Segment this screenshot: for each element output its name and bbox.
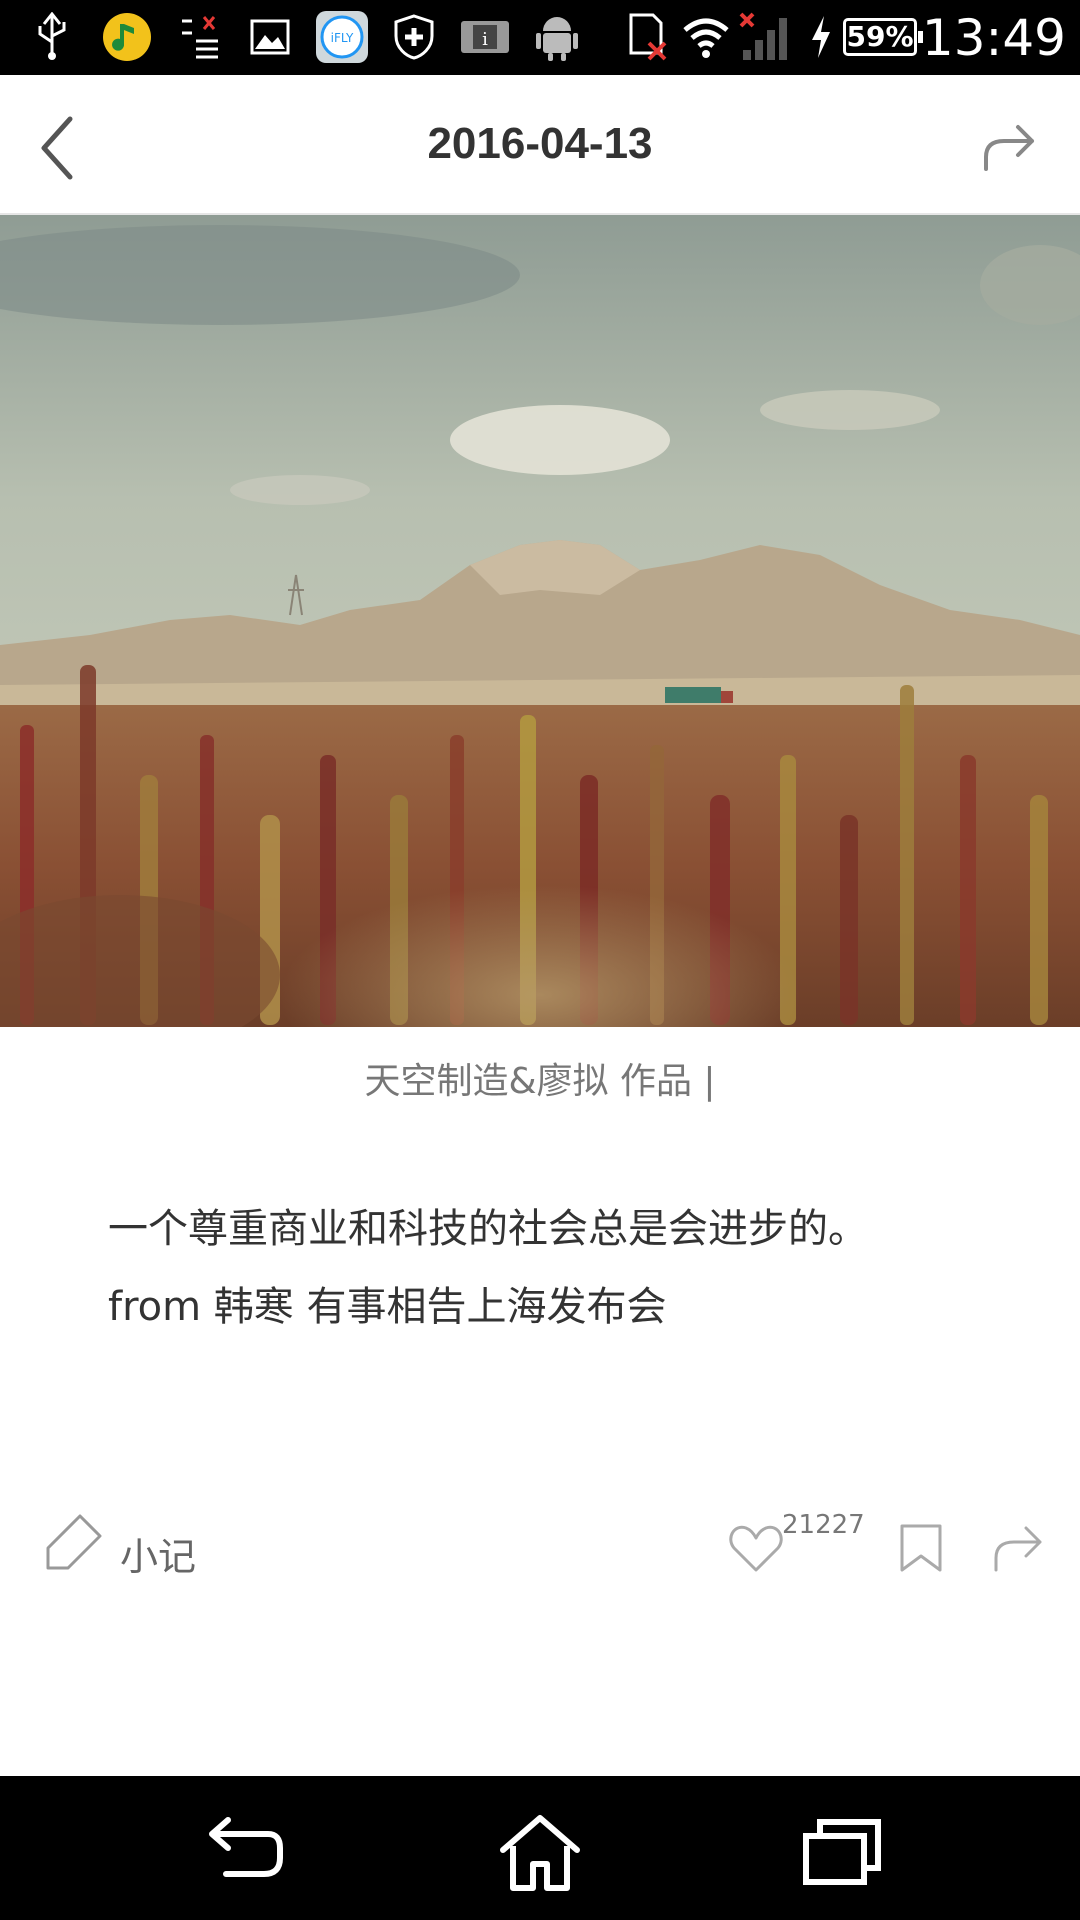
share-button[interactable]: [990, 1522, 1046, 1574]
wifi-icon: [680, 12, 732, 62]
bookmark-icon: [900, 1524, 942, 1572]
share-button-top[interactable]: [980, 117, 1040, 177]
recent-apps-icon: [803, 1819, 881, 1885]
like-count: 21227: [782, 1510, 865, 1540]
home-icon: [500, 1815, 580, 1891]
quote-text: 一个尊重商业和科技的社会总是会进步的。 from 韩寒 有事相告上海发布会: [108, 1190, 988, 1346]
status-bar: iFLY i 59% 13:49: [0, 0, 1080, 75]
clock: 13:49: [921, 9, 1066, 67]
bookmark-button[interactable]: [898, 1522, 944, 1574]
nav-back-button[interactable]: [198, 1812, 288, 1892]
feature-photo: [0, 215, 1080, 1027]
landscape-photo: [0, 215, 1080, 1027]
usb-icon: [32, 12, 72, 62]
battery-indicator: 59%: [843, 18, 923, 56]
page-title: 2016-04-13: [427, 119, 653, 168]
music-app-icon: [100, 12, 154, 62]
info-icon: i: [458, 12, 512, 62]
svg-text:i: i: [482, 29, 488, 50]
quote-source: from 韩寒 有事相告上海发布会: [108, 1284, 667, 1330]
back-icon: [209, 1817, 283, 1877]
svg-text:iFLY: iFLY: [331, 31, 354, 45]
charging-icon: [806, 12, 836, 62]
pencil-icon: [46, 1514, 102, 1570]
tasks-icon: [178, 12, 222, 62]
gallery-icon: [248, 12, 292, 62]
signal-icon: [738, 12, 792, 62]
sd-card-icon: [626, 12, 670, 62]
note-label[interactable]: 小记: [120, 1526, 196, 1581]
android-icon: [534, 12, 580, 62]
quote-line: 一个尊重商业和科技的社会总是会进步的。: [108, 1206, 868, 1252]
note-button[interactable]: [42, 1512, 106, 1576]
top-bar: 2016-04-13: [0, 75, 1080, 215]
share-arrow-icon: [994, 1526, 1042, 1572]
shield-icon: [392, 12, 436, 62]
share-arrow-icon: [984, 125, 1034, 171]
nav-recent-apps-button[interactable]: [798, 1812, 888, 1892]
nav-home-button[interactable]: [495, 1812, 585, 1892]
navigation-bar: [0, 1776, 1080, 1920]
heart-icon: [729, 1525, 783, 1572]
ifly-icon: iFLY: [314, 11, 370, 63]
like-button[interactable]: [728, 1522, 784, 1574]
photo-caption: 天空制造&廖拟 作品 |: [364, 1061, 716, 1102]
action-bar: 小记 21227: [0, 1500, 1080, 1600]
